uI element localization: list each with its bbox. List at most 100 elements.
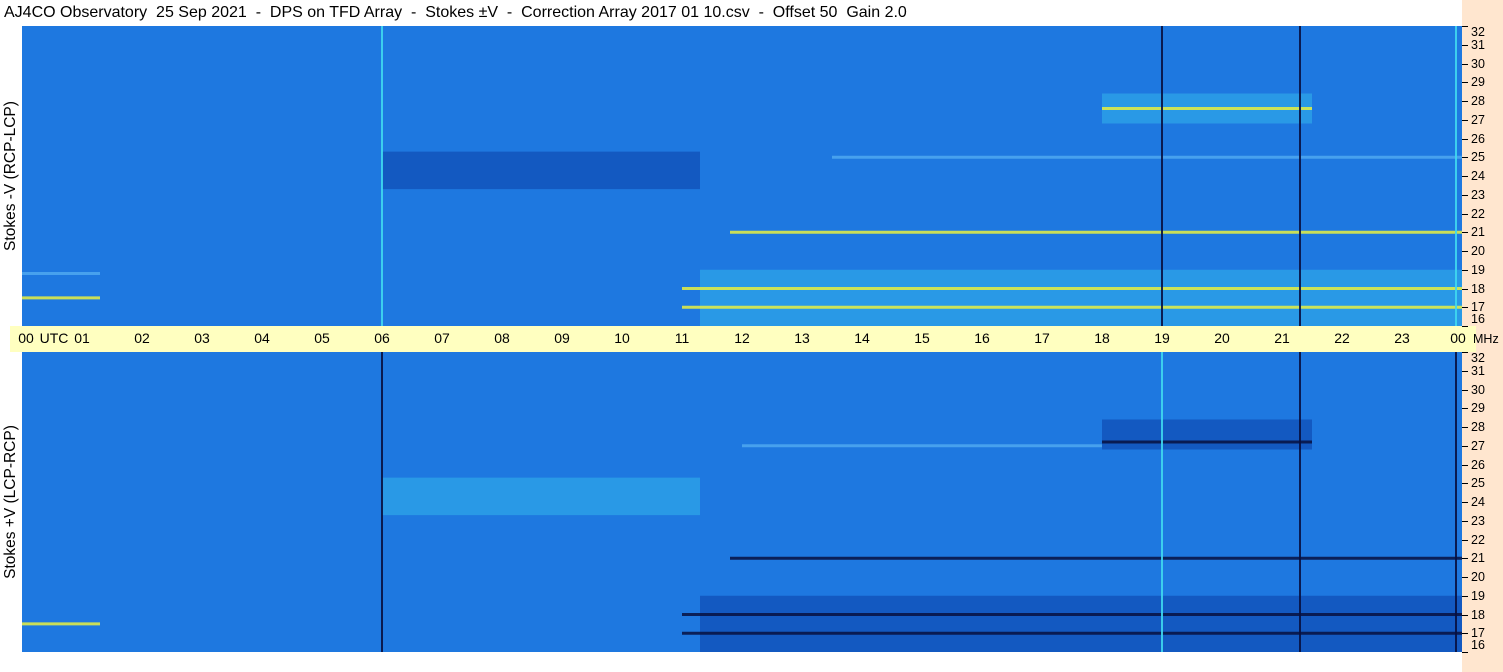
time-tick-20: 20 [1214,330,1230,346]
freq-tick-label-9: 23 [1471,513,1485,528]
time-tick-21: 21 [1274,330,1290,346]
freq-tick-label-bottom: 16 [1471,638,1485,652]
vertical-line-1-0 [381,352,383,652]
vertical-line-0-0 [381,26,383,326]
time-tick-0: 00 [18,330,34,346]
freq-tick-mark-0 [1462,352,1468,353]
time-tick-17: 17 [1034,330,1050,346]
band-1-2 [682,631,1462,635]
time-tick-7: 07 [434,330,450,346]
freq-tick-mark-10 [1462,539,1468,541]
freq-tick-label-13: 19 [1471,588,1485,603]
freq-tick-mark-13 [1462,269,1468,271]
freq-tick-label-1: 31 [1471,363,1485,378]
freq-tick-label-7: 25 [1471,476,1485,491]
stokes-plus-v-spectrogram [22,352,1462,652]
freq-tick-mark-13 [1462,595,1468,597]
freq-tick-label-8: 24 [1471,495,1485,509]
freq-tick-label-6: 26 [1471,131,1485,146]
time-tick-2: 02 [134,330,150,346]
time-tick-18: 18 [1094,330,1110,346]
band-0-4 [832,155,1462,159]
time-tick-1: 01 [74,330,90,346]
time-tick-10: 10 [614,330,630,346]
stokes-plus-v-plot [22,352,1462,652]
band-0-3 [1102,107,1312,110]
freq-tick-mark-12 [1462,577,1468,578]
freq-tick-mark-11 [1462,558,1468,560]
time-tick-12: 12 [734,330,750,346]
time-tick-6: 06 [374,330,390,346]
freq-tick-label-12: 20 [1471,244,1485,258]
vertical-line-0-3 [1455,26,1457,326]
time-tick-13: 13 [794,330,810,346]
freq-tick-mark-7 [1462,157,1468,159]
time-tick-5: 05 [314,330,330,346]
top-panel-label: Stokes -V (RCP-LCP) [0,26,22,326]
time-tick-16: 16 [974,330,990,346]
freq-tick-label-1: 31 [1471,37,1485,52]
region-0-0 [382,151,700,190]
freq-tick-label-3: 29 [1471,75,1485,90]
time-tick-22: 22 [1334,330,1350,346]
vertical-line-1-2 [1299,352,1301,652]
freq-tick-label-12: 20 [1471,570,1485,584]
freq-tick-mark-16 [1462,652,1468,653]
freq-tick-label-10: 22 [1471,532,1485,547]
freq-tick-mark-12 [1462,251,1468,252]
freq-tick-label-2: 30 [1471,56,1485,71]
region-1-1 [700,595,1462,652]
freq-tick-mark-4 [1462,427,1468,428]
top-panel-label-text: Stokes -V (RCP-LCP) [2,101,19,251]
freq-tick-label-5: 27 [1471,438,1485,453]
freq-tick-label-14: 18 [1471,281,1485,296]
time-tick-3: 03 [194,330,210,346]
freq-tick-mark-14 [1462,614,1468,616]
band-0-5 [22,272,100,275]
frequency-unit-label: MHz [1473,332,1499,346]
freq-tick-mark-2 [1462,389,1468,391]
freq-tick-mark-9 [1462,194,1468,196]
band-0-0 [730,230,1462,234]
time-tick-15: 15 [914,330,930,346]
freq-tick-label-14: 18 [1471,607,1485,622]
freq-tick-label-4: 28 [1471,420,1485,434]
region-1-0 [382,477,700,516]
chart-title: AJ4CO Observatory 25 Sep 2021 - DPS on T… [4,4,907,21]
freq-tick-label-11: 21 [1471,551,1485,566]
freq-tick-mark-11 [1462,232,1468,234]
band-0-1 [682,287,1462,290]
freq-tick-label-4: 28 [1471,94,1485,108]
utc-label: UTC [39,330,69,346]
freq-tick-mark-7 [1462,483,1468,485]
time-tick-14: 14 [854,330,870,346]
freq-tick-mark-14 [1462,288,1468,290]
freq-tick-label-6: 26 [1471,457,1485,472]
stokes-minus-v-plot [22,26,1462,326]
freq-tick-label-top: 32 [1471,351,1485,365]
time-tick-8: 08 [494,330,510,346]
freq-tick-mark-1 [1462,44,1468,46]
band-1-1 [682,613,1462,616]
vertical-line-0-2 [1299,26,1301,326]
freq-tick-label-bottom: 16 [1471,312,1485,326]
freq-tick-mark-3 [1462,82,1468,84]
bottom-panel-label: Stokes +V (LCP-RCP) [0,352,22,652]
freq-tick-mark-10 [1462,213,1468,215]
time-tick-23: 23 [1394,330,1410,346]
time-tick-24: 00 [1450,330,1466,346]
freq-tick-mark-1 [1462,370,1468,372]
freq-tick-mark-9 [1462,520,1468,522]
frequency-axis-top: 31 30 29 28 27 26 25 24 23 22 21 20 19 18 17 32 16 [1462,25,1503,327]
vertical-line-0-1 [1161,26,1163,326]
freq-tick-mark-15 [1462,307,1468,309]
region-1-2 [1102,419,1312,450]
freq-tick-mark-6 [1462,464,1468,466]
freq-tick-mark-2 [1462,63,1468,65]
time-tick-4: 04 [254,330,270,346]
freq-tick-label-13: 19 [1471,262,1485,277]
band-0-6 [22,296,100,300]
time-tick-11: 11 [674,330,690,346]
band-0-2 [682,305,1462,309]
freq-tick-mark-3 [1462,408,1468,410]
